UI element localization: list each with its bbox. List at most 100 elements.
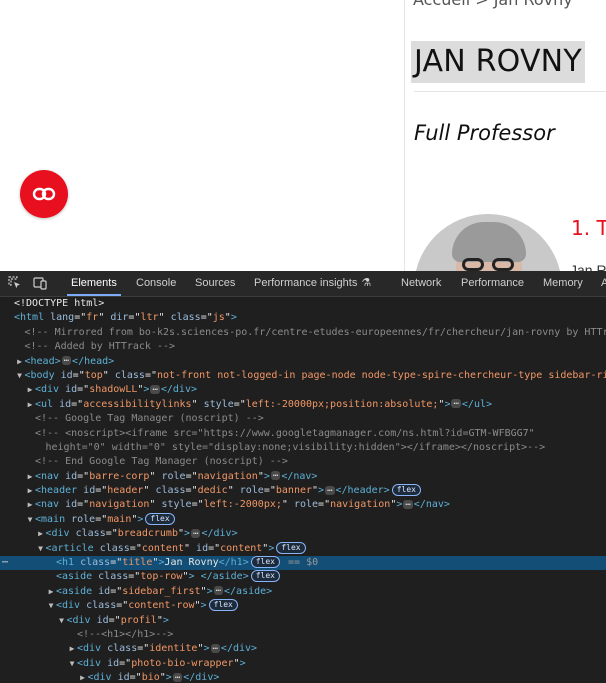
tab-sources[interactable]: Sources [195,271,235,296]
tab-memory[interactable]: Memory [543,271,583,296]
dom-node-markup: height="0" width="0" style="display:none… [46,441,546,455]
expand-ellipsis-button[interactable]: … [325,484,335,495]
code-token: <div [77,643,108,655]
dom-node[interactable]: <!-- <noscript><iframe src="https://www.… [0,427,606,441]
dom-node[interactable]: <!--<h1></h1>--> [0,628,606,642]
dom-node[interactable]: ▶ <aside id="sidebar_first">… </aside> [0,585,606,599]
code-token: </div> [220,643,258,655]
tab-performance-insights[interactable]: Performance insights ⚗ [254,271,371,296]
dom-node-markup: <head>… </head> [25,355,115,369]
expand-arrow-icon[interactable]: ▶ [37,527,45,541]
dom-node[interactable]: ▼ <div id="profil"> [0,614,606,628]
dom-node[interactable]: <!-- End Google Tag Manager (noscript) -… [0,455,606,469]
expand-ellipsis-button[interactable]: … [191,527,201,538]
publication-link[interactable]: 1. Tr [571,216,606,240]
device-toolbar-icon[interactable] [33,276,47,290]
code-token: <header [35,485,84,497]
code-token: navigation [197,470,258,482]
dom-node[interactable]: ▶ <head>… </head> [0,355,606,369]
dom-node[interactable]: ▶ <nav id="navigation" style="left:-2000p… [0,498,606,512]
collapse-arrow-icon[interactable]: ▼ [16,369,24,383]
dom-node[interactable]: ▼ <div class="content-row"> flex [0,599,606,613]
code-token: =" [137,643,150,655]
expand-arrow-icon[interactable]: ▶ [79,671,87,683]
expand-arrow-icon[interactable]: ▶ [26,484,34,498]
collapse-arrow-icon[interactable]: ▼ [26,513,34,527]
tab-performance[interactable]: Performance [461,271,524,296]
collapse-arrow-icon[interactable]: ▼ [47,599,55,613]
tab-a[interactable]: A [601,271,606,296]
code-token: > [239,657,246,669]
expand-ellipsis-button[interactable]: … [172,671,183,682]
dom-node[interactable]: <!DOCTYPE html> [0,297,606,311]
expand-arrow-icon[interactable]: ▶ [68,642,76,656]
dom-node[interactable]: <!-- Mirrored from bo-k2s.sciences-po.fr… [0,326,606,340]
dom-node[interactable]: <aside class="top-row"> </aside> flex [0,570,606,584]
flex-badge[interactable]: flex [208,599,238,612]
code-token: class [75,528,106,540]
breadcrumb[interactable]: Accueil > Jan Rovny [413,0,573,9]
collapse-arrow-icon[interactable]: ▼ [37,542,45,556]
dom-tree[interactable]: <!DOCTYPE html> <html lang="fr" dir="ltr"… [0,297,606,683]
expand-ellipsis-button[interactable]: … [210,642,220,653]
expand-arrow-icon[interactable]: ▶ [26,498,34,512]
dom-node[interactable]: ▶ <div class="breadcrumb">… </div> [0,527,606,541]
code-token: </div> [201,528,238,540]
code-token: </aside> [224,585,273,597]
expand-ellipsis-button[interactable]: … [150,383,160,394]
dom-node[interactable]: <!-- Google Tag Manager (noscript) --> [0,412,606,426]
code-token: <!-- Google Tag Manager (noscript) --> [35,413,264,425]
code-token: <div [87,672,118,683]
code-token: <ul [35,398,60,410]
dom-node[interactable]: ▼ <div id="photo-bio-wrapper"> [0,657,606,671]
dom-node[interactable]: ▶ <div id="shadowLL">… </div> [0,383,606,397]
code-token: class [98,571,129,583]
tab-elements[interactable]: Elements [67,271,121,296]
collapse-arrow-icon[interactable]: ▼ [68,657,76,671]
dom-node[interactable]: ▼ <body id="top" class="not-front not-log… [0,369,606,383]
expand-ellipsis-button[interactable]: … [403,498,413,509]
code-token: =" [119,657,132,669]
collapse-arrow-icon[interactable]: ▼ [58,614,66,628]
dom-node[interactable]: ▶ <header id="header" class="dedic" role=… [0,484,606,498]
expand-ellipsis-button[interactable]: … [270,470,281,481]
dom-node[interactable]: height="0" width="0" style="display:none… [0,441,606,455]
expand-arrow-icon[interactable]: ▶ [47,585,55,599]
tab-network[interactable]: Network [401,271,441,296]
dom-node-markup: <!-- End Google Tag Manager (noscript) -… [35,455,288,469]
code-token: class [155,485,186,497]
dom-node[interactable]: ▼ <article class="content" id="content"> f… [0,541,606,556]
expand-ellipsis-button[interactable]: … [451,398,461,409]
tab-console[interactable]: Console [136,271,176,296]
dom-node-markup: <div id="profil"> [67,614,169,628]
flex-badge[interactable]: flex [250,556,280,569]
code-token: =" [128,312,141,324]
code-token: role [161,470,186,482]
code-token: class [86,600,117,612]
code-token: top-row [140,571,183,583]
flex-badge[interactable]: flex [276,541,306,554]
inspect-element-icon[interactable] [8,276,22,290]
dom-node[interactable]: ▶ <ul id="accessibilitylinks" style="left… [0,398,606,412]
expand-arrow-icon[interactable]: ▶ [26,398,34,412]
row-menu-ellipsis[interactable]: ⋯ [2,556,8,570]
floating-link-button[interactable] [20,170,68,218]
dom-node[interactable]: ▶ <div id="bio">… </div> [0,671,606,683]
flex-badge[interactable]: flex [145,512,175,525]
expand-arrow-icon[interactable]: ▶ [26,383,34,397]
flex-badge[interactable]: flex [391,484,421,497]
dom-node[interactable]: ▶ <nav id="barre-corp" role="navigation">… [0,470,606,484]
flex-badge[interactable]: flex [250,570,280,583]
code-token: navigation [330,499,391,511]
expand-arrow-icon[interactable]: ▶ [26,470,34,484]
dom-node[interactable]: ▶ <div class="identite">… </div> [0,642,606,656]
expand-ellipsis-button[interactable]: … [61,355,72,366]
expand-arrow-icon[interactable]: ▶ [16,355,24,369]
dom-node[interactable]: ▼ <main role="main"> flex [0,512,606,527]
code-token: =" [71,398,84,410]
dom-node-selected[interactable]: ⋯ <h1 class="title">Jan Rovny</h1> flex ==… [0,556,606,571]
dom-node[interactable]: <!-- Added by HTTrack --> [0,340,606,354]
dom-node[interactable]: <html lang="fr" dir="ltr" class="js"> [0,311,606,325]
expand-ellipsis-button[interactable]: … [213,585,224,596]
code-token: id [60,369,73,381]
